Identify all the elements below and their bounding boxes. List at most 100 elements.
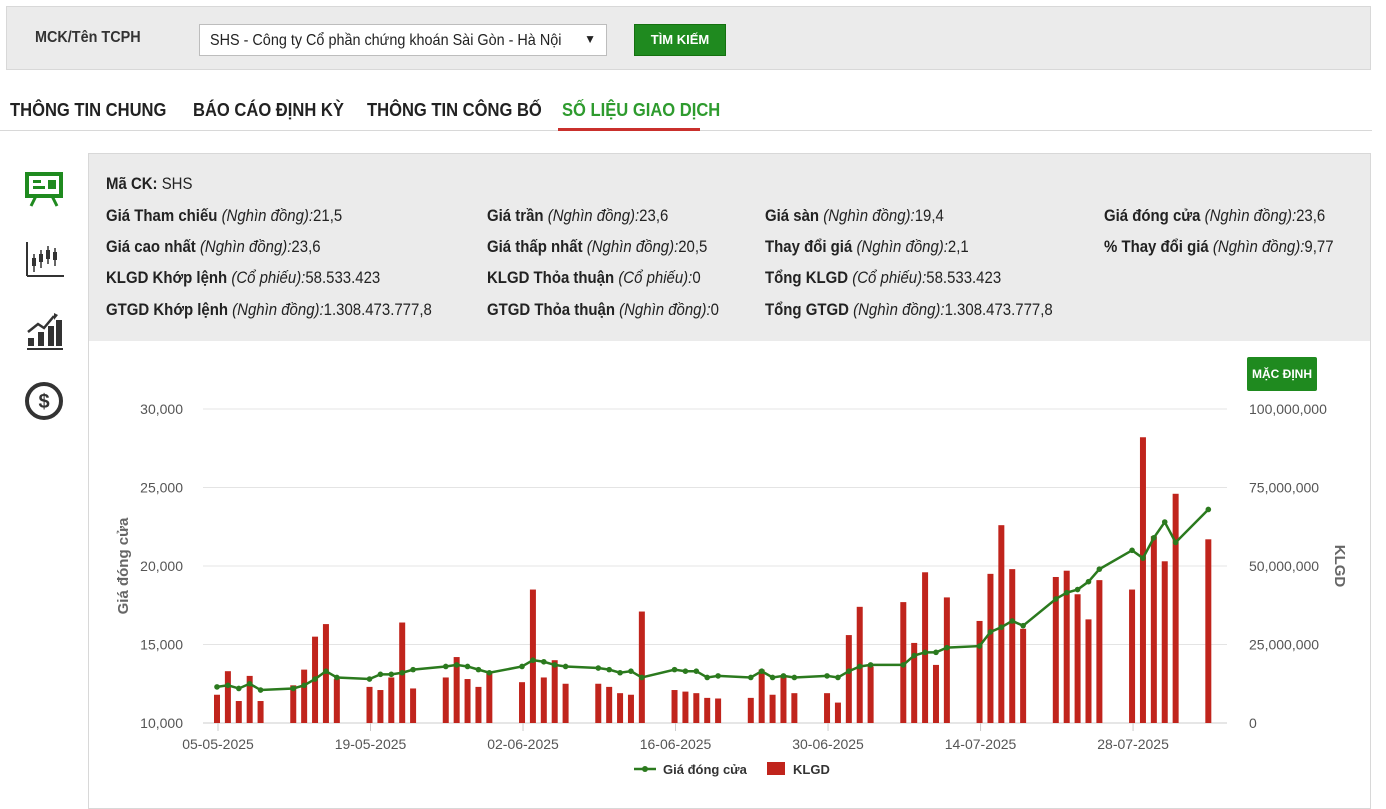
close-price-point — [1074, 586, 1081, 593]
close-price-point — [1129, 547, 1135, 554]
volume-bar — [235, 701, 242, 723]
volume-bar — [976, 620, 983, 723]
close-price-point — [856, 663, 863, 670]
close-price-point — [1053, 596, 1059, 602]
volume-bar — [1085, 619, 1092, 723]
y-left-tick-label: 10,000 — [140, 715, 183, 731]
close-price-point — [323, 668, 329, 674]
volume-bar — [704, 697, 711, 723]
volume-bar — [834, 702, 841, 723]
close-price-point — [290, 685, 297, 692]
close-price-point — [780, 673, 787, 679]
close-price-point — [246, 680, 253, 687]
volume-bar — [758, 669, 765, 723]
volume-bar — [366, 686, 373, 723]
close-price-point — [835, 674, 841, 681]
volume-bar — [1020, 628, 1027, 723]
close-price-point — [1205, 506, 1212, 513]
close-price-point — [1140, 555, 1146, 561]
volume-bar — [1172, 493, 1179, 723]
close-price-point — [399, 669, 405, 676]
volume-bar — [529, 589, 536, 723]
close-price-point — [747, 674, 754, 681]
volume-bar — [475, 686, 482, 723]
volume-bar — [987, 573, 994, 723]
close-price-point — [791, 674, 798, 681]
y-right-tick-label: 25,000,000 — [1249, 637, 1319, 653]
close-price-point — [933, 649, 939, 656]
close-price-point — [410, 666, 416, 673]
volume-bar — [442, 677, 449, 723]
volume-bar — [540, 677, 547, 723]
close-price-point — [1020, 622, 1026, 629]
close-price-point — [922, 649, 928, 656]
close-price-point — [1063, 589, 1070, 596]
close-price-point — [998, 624, 1005, 631]
volume-bar — [617, 693, 624, 723]
x-tick-label: 16-06-2025 — [640, 736, 712, 752]
legend-line-marker — [642, 766, 648, 772]
close-price-point — [301, 682, 307, 689]
close-price-point — [628, 668, 634, 674]
close-price-point — [486, 669, 493, 676]
x-tick-label: 05-05-2025 — [182, 736, 254, 752]
volume-bar — [464, 679, 471, 723]
legend-bar-swatch — [767, 762, 785, 775]
volume-bar — [606, 686, 613, 723]
volume-bar — [333, 679, 340, 723]
y-right-tick-label: 100,000,000 — [1249, 401, 1327, 417]
volume-bar — [1009, 569, 1016, 723]
close-price-point — [911, 652, 917, 659]
close-price-point — [769, 674, 776, 681]
y-left-axis-title: Giá đóng cửa — [115, 517, 132, 614]
volume-bar — [824, 693, 831, 723]
volume-bar — [682, 691, 689, 723]
close-price-point — [235, 685, 242, 692]
close-price-point — [1096, 566, 1103, 572]
close-price-point — [867, 662, 874, 668]
close-price-point — [551, 662, 558, 668]
close-price-point — [671, 666, 678, 673]
close-price-point — [987, 629, 994, 635]
price-volume-chart: 10,000 0 15,000 25,000,000 20,000 50,000,000 2… — [115, 401, 1348, 777]
volume-bar — [715, 698, 722, 723]
close-price-point — [1085, 578, 1092, 585]
y-right-axis-title: KLGD — [1331, 545, 1348, 588]
y-right-tick-label: 0 — [1249, 715, 1257, 731]
close-price-point — [682, 668, 689, 674]
close-price-point — [617, 669, 623, 676]
close-price-line — [216, 508, 1210, 692]
close-price-point — [715, 673, 721, 679]
close-price-point — [1151, 534, 1157, 541]
y-right-tick-label: 75,000,000 — [1249, 480, 1319, 496]
volume-bar — [769, 694, 776, 723]
volume-bar — [410, 688, 417, 723]
close-price-point — [846, 668, 852, 674]
legend-bar-label: KLGD — [793, 762, 830, 777]
volume-bar — [1205, 539, 1212, 723]
close-price-point — [639, 674, 645, 681]
volume-bar — [747, 697, 754, 723]
volume-bar — [693, 693, 700, 723]
x-tick-label: 28-07-2025 — [1097, 736, 1169, 752]
volume-bar — [486, 672, 493, 723]
x-tick-label: 19-05-2025 — [335, 736, 407, 752]
volume-bar — [1161, 561, 1168, 723]
close-price-point — [1161, 519, 1168, 525]
close-price-point — [976, 643, 983, 649]
y-left-tick-label: 30,000 — [140, 401, 183, 417]
volume-bar — [1129, 589, 1136, 723]
volume-bar — [301, 669, 308, 723]
x-tick-label: 14-07-2025 — [945, 736, 1017, 752]
y-left-tick-label: 25,000 — [140, 480, 183, 496]
volume-bar — [845, 635, 852, 723]
close-price-point — [704, 674, 711, 681]
close-price-point — [464, 663, 471, 670]
close-price-point — [693, 668, 700, 674]
close-price-point — [530, 657, 536, 663]
close-price-point — [366, 676, 373, 682]
close-price-point — [541, 658, 547, 665]
close-price-point — [453, 662, 460, 668]
close-price-point — [377, 671, 384, 678]
volume-bar — [519, 682, 526, 723]
